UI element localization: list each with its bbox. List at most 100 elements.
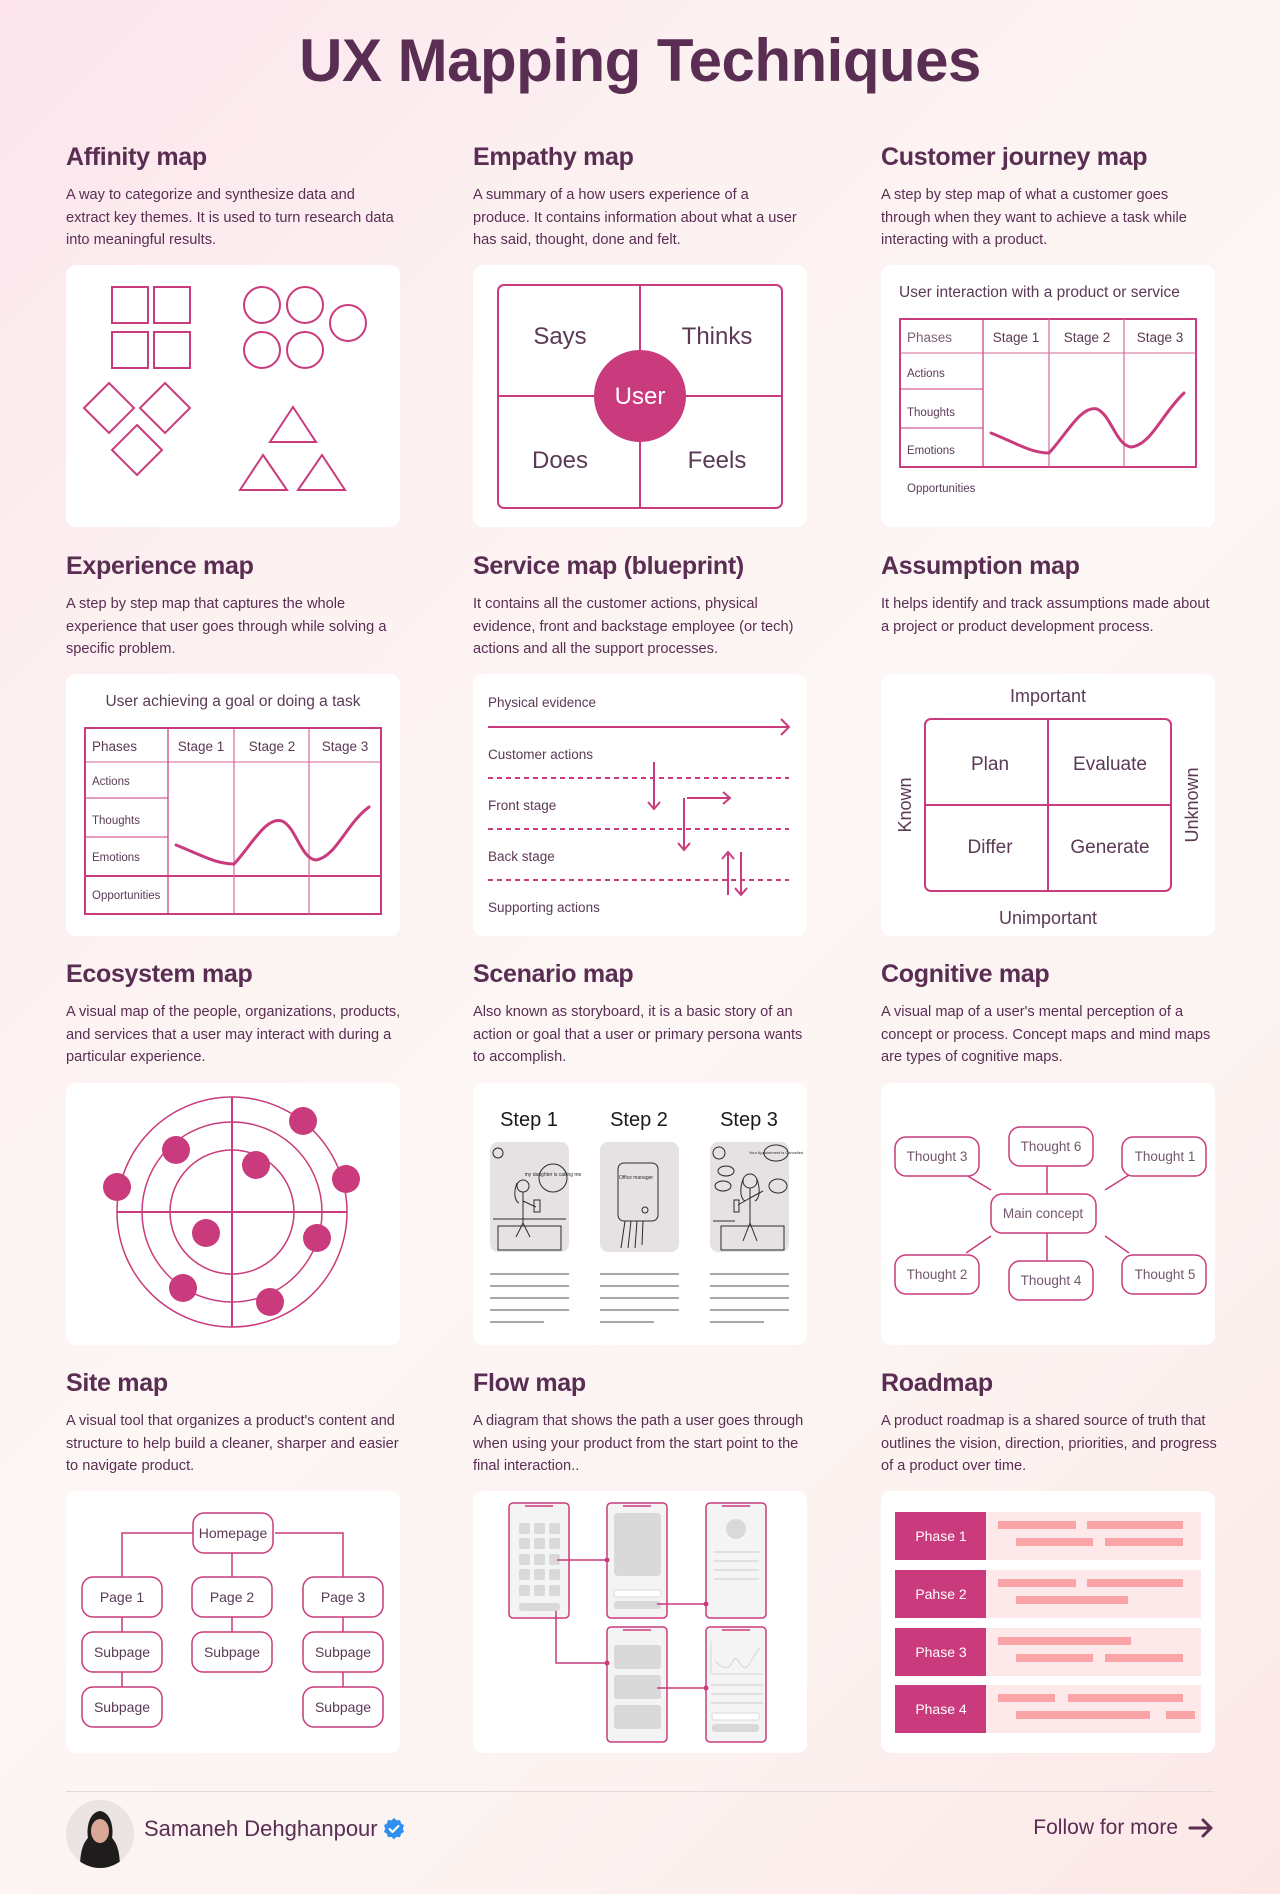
affinity-square [111, 286, 149, 324]
author-avatar[interactable] [66, 1800, 134, 1868]
connector-dot [604, 1660, 610, 1666]
card-description: A visual map of a user's mental percepti… [881, 1004, 1211, 1065]
affinity-diamond [82, 381, 136, 435]
follow-button[interactable]: Follow for more [1033, 1814, 1214, 1842]
lane-label: Front stage [488, 798, 556, 813]
journey-row-label: Thoughts [907, 407, 955, 419]
thought-label: Thought 2 [907, 1267, 968, 1282]
wireframe-screen [606, 1626, 668, 1743]
thought-label: Thought 1 [1135, 1149, 1196, 1164]
phase-label: Phase 1 [915, 1528, 967, 1544]
card-ecosystem-map: Ecosystem map A visual map of the people… [66, 957, 402, 1069]
card-title: Service map (blueprint) [473, 552, 744, 580]
axis-label-bottom: Unimportant [999, 908, 1097, 928]
experience-row-label: Thoughts [92, 815, 140, 827]
card-title: Customer journey map [881, 143, 1148, 171]
sketch-note: Office manager [619, 1175, 653, 1181]
sitemap-label: Subpage [204, 1644, 260, 1660]
sitemap-label: Subpage [315, 1644, 371, 1660]
verified-badge-icon [384, 1818, 404, 1840]
sitemap-label: Homepage [199, 1525, 268, 1541]
card-title: Scenario map [473, 960, 634, 988]
empathy-diagram: User Says Thinks Does Feels [473, 265, 807, 527]
empathy-quadrant-label: Does [532, 447, 588, 474]
sitemap-label: Subpage [94, 1644, 150, 1660]
affinity-triangle [238, 453, 289, 491]
card-cognitive-map: Cognitive map A visual map of a user's m… [881, 957, 1217, 1069]
stakeholder-dot [256, 1288, 284, 1316]
sitemap-diagram: Homepage Page 1 Page 2 Page 3 Subpage Su… [66, 1491, 400, 1753]
affinity-circle [286, 286, 324, 324]
card-description: A product roadmap is a shared source of … [881, 1413, 1217, 1474]
experience-header-cell: Phases [92, 739, 137, 754]
card-assumption-map: Assumption map It helps identify and tra… [881, 549, 1217, 661]
sitemap-label: Page 2 [210, 1589, 255, 1605]
affinity-circle [243, 286, 281, 324]
affinity-circle [243, 331, 281, 369]
sketch-note: my daughter is calling me [525, 1172, 582, 1178]
experience-row-label: Opportunities [92, 890, 161, 902]
journey-row-label: Emotions [907, 445, 955, 457]
storyboard-sketch: my daughter is calling me [490, 1142, 582, 1252]
follow-label: Follow for more [1033, 1816, 1178, 1839]
wireframe-screen [705, 1626, 767, 1743]
empathy-quadrant-label: Thinks [682, 323, 753, 350]
axis-label-left: Known [895, 777, 915, 832]
storyboard-diagram: Step 1 Step 2 Step 3 my daughter is call… [473, 1083, 807, 1345]
card-customer-journey-map: Customer journey map A step by step map … [881, 140, 1217, 252]
stakeholder-dot [169, 1274, 197, 1302]
author-name[interactable]: Samaneh Dehghanpour [144, 1815, 378, 1843]
emotion-curve [174, 805, 371, 866]
card-description: A visual map of the people, organization… [66, 1004, 401, 1065]
experience-row-label: Emotions [92, 852, 140, 864]
journey-row-label: Actions [907, 368, 945, 380]
stakeholder-dot [289, 1107, 317, 1135]
sitemap-label: Subpage [315, 1699, 371, 1715]
card-description: A summary of a how users experience of a… [473, 187, 797, 248]
thought-label: Thought 4 [1021, 1273, 1082, 1288]
axis-label-right: Unknown [1182, 767, 1202, 842]
card-description: A way to categorize and synthesize data … [66, 187, 394, 248]
journey-header-cell: Stage 3 [1137, 330, 1184, 345]
connector-dot [604, 1557, 610, 1563]
ecosystem-diagram [66, 1083, 400, 1345]
wireframe-screen [606, 1502, 668, 1619]
experience-diagram: User achieving a goal or doing a task Ph… [66, 674, 400, 936]
arrow-right-icon [1188, 1818, 1213, 1838]
step-label: Step 2 [610, 1109, 668, 1131]
stakeholder-dot [103, 1173, 131, 1201]
stakeholder-dot [162, 1136, 190, 1164]
storyboard-sketch: Office manager [600, 1142, 679, 1252]
journey-header-cell: Phases [907, 330, 952, 345]
phase-label: Phase 4 [915, 1701, 967, 1717]
emotion-curve [989, 391, 1186, 455]
affinity-circle [286, 331, 324, 369]
journey-row-label: Opportunities [907, 483, 976, 495]
card-affinity-map: Affinity map A way to categorize and syn… [66, 140, 402, 252]
affinity-square [153, 286, 191, 324]
stakeholder-dot [242, 1151, 270, 1179]
stakeholder-dot [303, 1224, 331, 1252]
journey-header-cell: Stage 1 [993, 330, 1040, 345]
affinity-circle [329, 304, 367, 342]
service-blueprint-diagram: Physical evidence Customer actions Front… [473, 674, 807, 936]
empathy-quadrant-label: Says [533, 323, 586, 350]
axis-label-top: Important [1010, 686, 1086, 706]
card-title: Affinity map [66, 143, 207, 171]
sketch-note: Your Appointment is Cancelled [749, 1150, 803, 1155]
affinity-diagram [66, 265, 400, 527]
experience-header-cell: Stage 1 [178, 739, 225, 754]
step-label: Step 1 [500, 1109, 558, 1131]
assumption-quadrant: Plan [971, 754, 1009, 775]
empathy-center-label: User [615, 383, 666, 410]
step-label: Step 3 [720, 1109, 778, 1131]
affinity-triangle [268, 405, 318, 443]
card-title: Ecosystem map [66, 960, 253, 988]
customer-journey-diagram: User interaction with a product or servi… [881, 265, 1215, 527]
card-service-map: Service map (blueprint) It contains all … [473, 549, 809, 661]
card-description: It helps identify and track assumptions … [881, 596, 1210, 635]
assumption-quadrant: Differ [967, 837, 1013, 858]
assumption-quadrant: Evaluate [1073, 754, 1147, 775]
card-title: Cognitive map [881, 960, 1050, 988]
card-scenario-map: Scenario map Also known as storyboard, i… [473, 957, 809, 1069]
